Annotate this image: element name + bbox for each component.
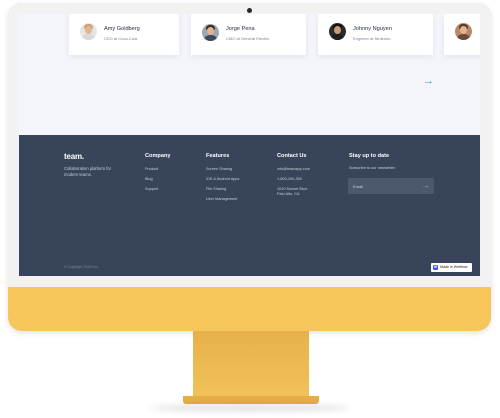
testimonial-card: Jorge Pena CMO at General Electric [191, 14, 306, 55]
site-footer: team. Collaboration platform for modern … [19, 135, 480, 276]
footer-contact-email[interactable]: info@teamapp.com [277, 167, 310, 171]
email-field[interactable] [353, 178, 413, 194]
testimonial-role: CMO at General Electric [226, 36, 270, 41]
testimonial-role: CEO at Coca-Cola [104, 36, 138, 41]
monitor-frame: Amy Goldberg CEO at Coca-Cola Jorge Pena… [8, 3, 491, 331]
footer-link-apps[interactable]: iOS & Android Apps [206, 177, 239, 181]
footer-tagline: Collaboration platform for modern teams. [64, 166, 112, 177]
testimonial-card: Johnny Nguyen Engineer at Nintendo [318, 14, 433, 55]
footer-logo[interactable]: team. [64, 152, 84, 161]
footer-link-file-sharing[interactable]: File Sharing [206, 187, 226, 191]
screen: Amy Goldberg CEO at Coca-Cola Jorge Pena… [19, 14, 480, 276]
testimonial-name: Amy Goldberg [104, 26, 140, 32]
testimonial-card-partial [444, 14, 480, 55]
stand-shadow [150, 404, 350, 412]
footer-company-title: Company [145, 153, 171, 159]
avatar [202, 24, 219, 41]
footer-contact-address-line1: 1010 Sunset Blvd. [277, 187, 308, 191]
footer-newsletter-title: Stay up to date [349, 153, 390, 159]
arrow-right-icon[interactable]: → [423, 76, 434, 87]
testimonial-role: Engineer at Nintendo [353, 36, 391, 41]
monitor-stand-base [183, 396, 319, 404]
newsletter-form: → [348, 178, 434, 194]
footer-contact-phone[interactable]: 1-800-200-300 [277, 177, 302, 181]
footer-link-screen-sharing[interactable]: Screen Sharing [206, 167, 232, 171]
submit-arrow-icon[interactable]: → [421, 180, 430, 191]
monitor-bezel: Amy Goldberg CEO at Coca-Cola Jorge Pena… [8, 3, 491, 287]
avatar [329, 23, 346, 40]
newsletter-text: Subscribe to our newsletter [349, 166, 396, 170]
testimonial-name: Jorge Pena [226, 26, 255, 32]
avatar [80, 23, 97, 40]
camera-dot [247, 8, 252, 13]
footer-link-product[interactable]: Product [145, 167, 158, 171]
footer-link-user-management[interactable]: User Management [206, 197, 237, 201]
monitor-stand [193, 331, 309, 399]
avatar [455, 23, 472, 40]
webflow-icon: W [433, 265, 438, 270]
badge-label: Made in Webflow [440, 265, 468, 269]
footer-features-title: Features [206, 153, 230, 159]
footer-contact-address-line2: Palo Alto, CA [277, 192, 300, 196]
made-in-webflow-badge[interactable]: W Made in Webflow [431, 263, 472, 272]
footer-link-blog[interactable]: Blog [145, 177, 153, 181]
copyright: © Copyright TEAM Inc. [64, 265, 99, 269]
testimonial-name: Johnny Nguyen [353, 26, 392, 32]
testimonial-card: Amy Goldberg CEO at Coca-Cola [69, 14, 179, 55]
footer-contact-title: Contact Us [277, 153, 307, 159]
footer-link-support[interactable]: Support [145, 187, 158, 191]
